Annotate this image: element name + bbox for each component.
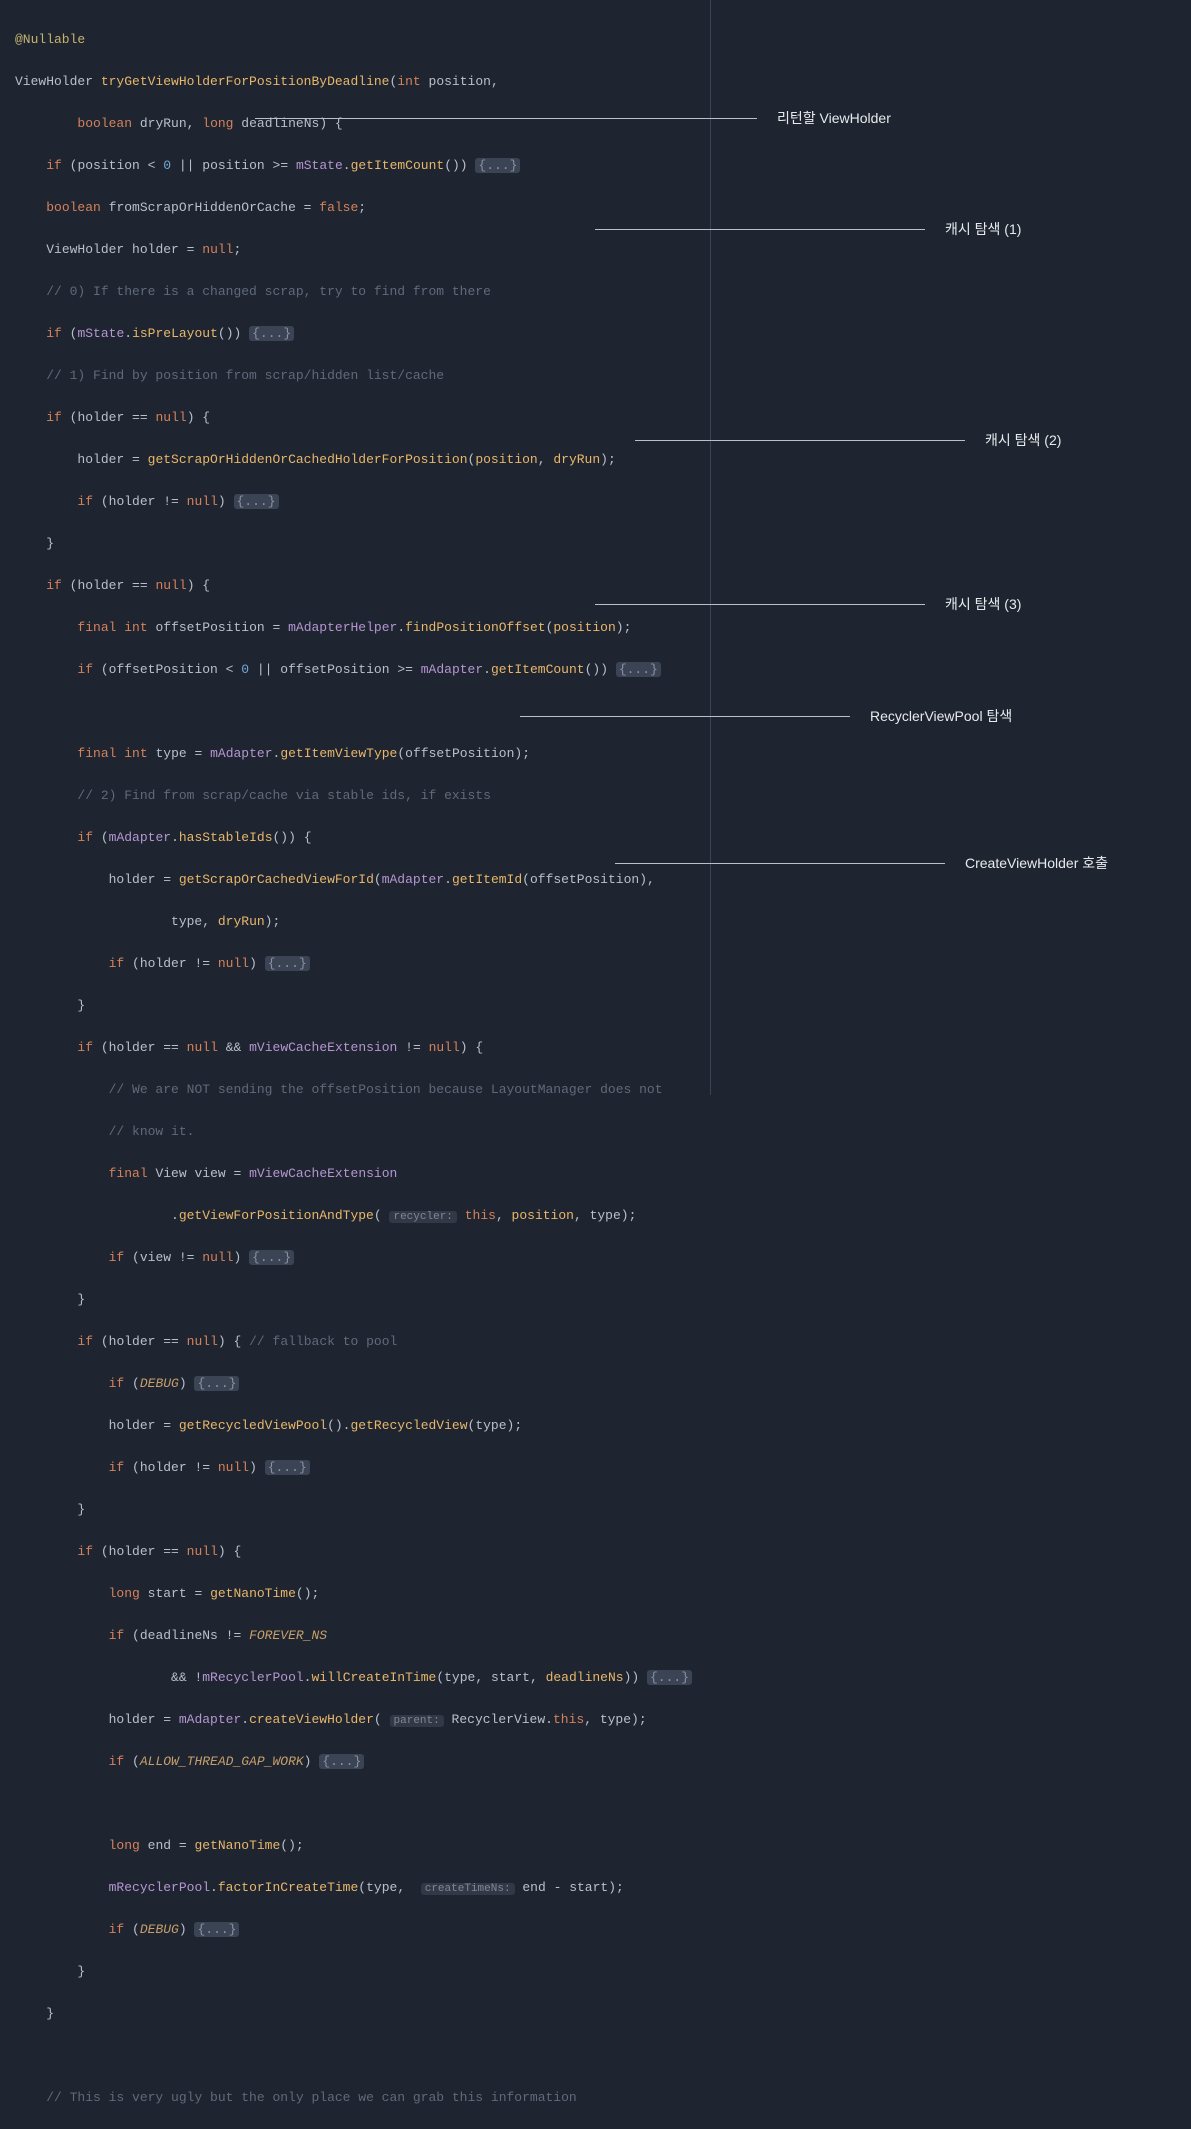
- annotation-createviewholder: CreateViewHolder 호출: [615, 853, 1108, 874]
- vertical-divider: [710, 0, 711, 1095]
- annotation-label: 리턴할 ViewHolder: [777, 108, 891, 129]
- code-block: @Nullable ViewHolder tryGetViewHolderFor…: [15, 8, 705, 2129]
- annotation-nullable: @Nullable: [15, 32, 85, 47]
- annotation-cache-3: 캐시 탐색 (3): [595, 594, 1021, 615]
- annotation-recyclerpool: RecyclerViewPool 탐색: [520, 706, 1012, 727]
- annotation-label: CreateViewHolder 호출: [965, 853, 1108, 874]
- annotation-label: 캐시 탐색 (3): [945, 594, 1021, 615]
- annotation-label: 캐시 탐색 (2): [985, 430, 1061, 451]
- annotation-return-viewholder: 리턴할 ViewHolder: [255, 108, 891, 129]
- annotation-label: RecyclerViewPool 탐색: [870, 706, 1012, 727]
- annotation-cache-2: 캐시 탐색 (2): [635, 430, 1061, 451]
- annotation-label: 캐시 탐색 (1): [945, 219, 1021, 240]
- annotation-cache-1: 캐시 탐색 (1): [595, 219, 1021, 240]
